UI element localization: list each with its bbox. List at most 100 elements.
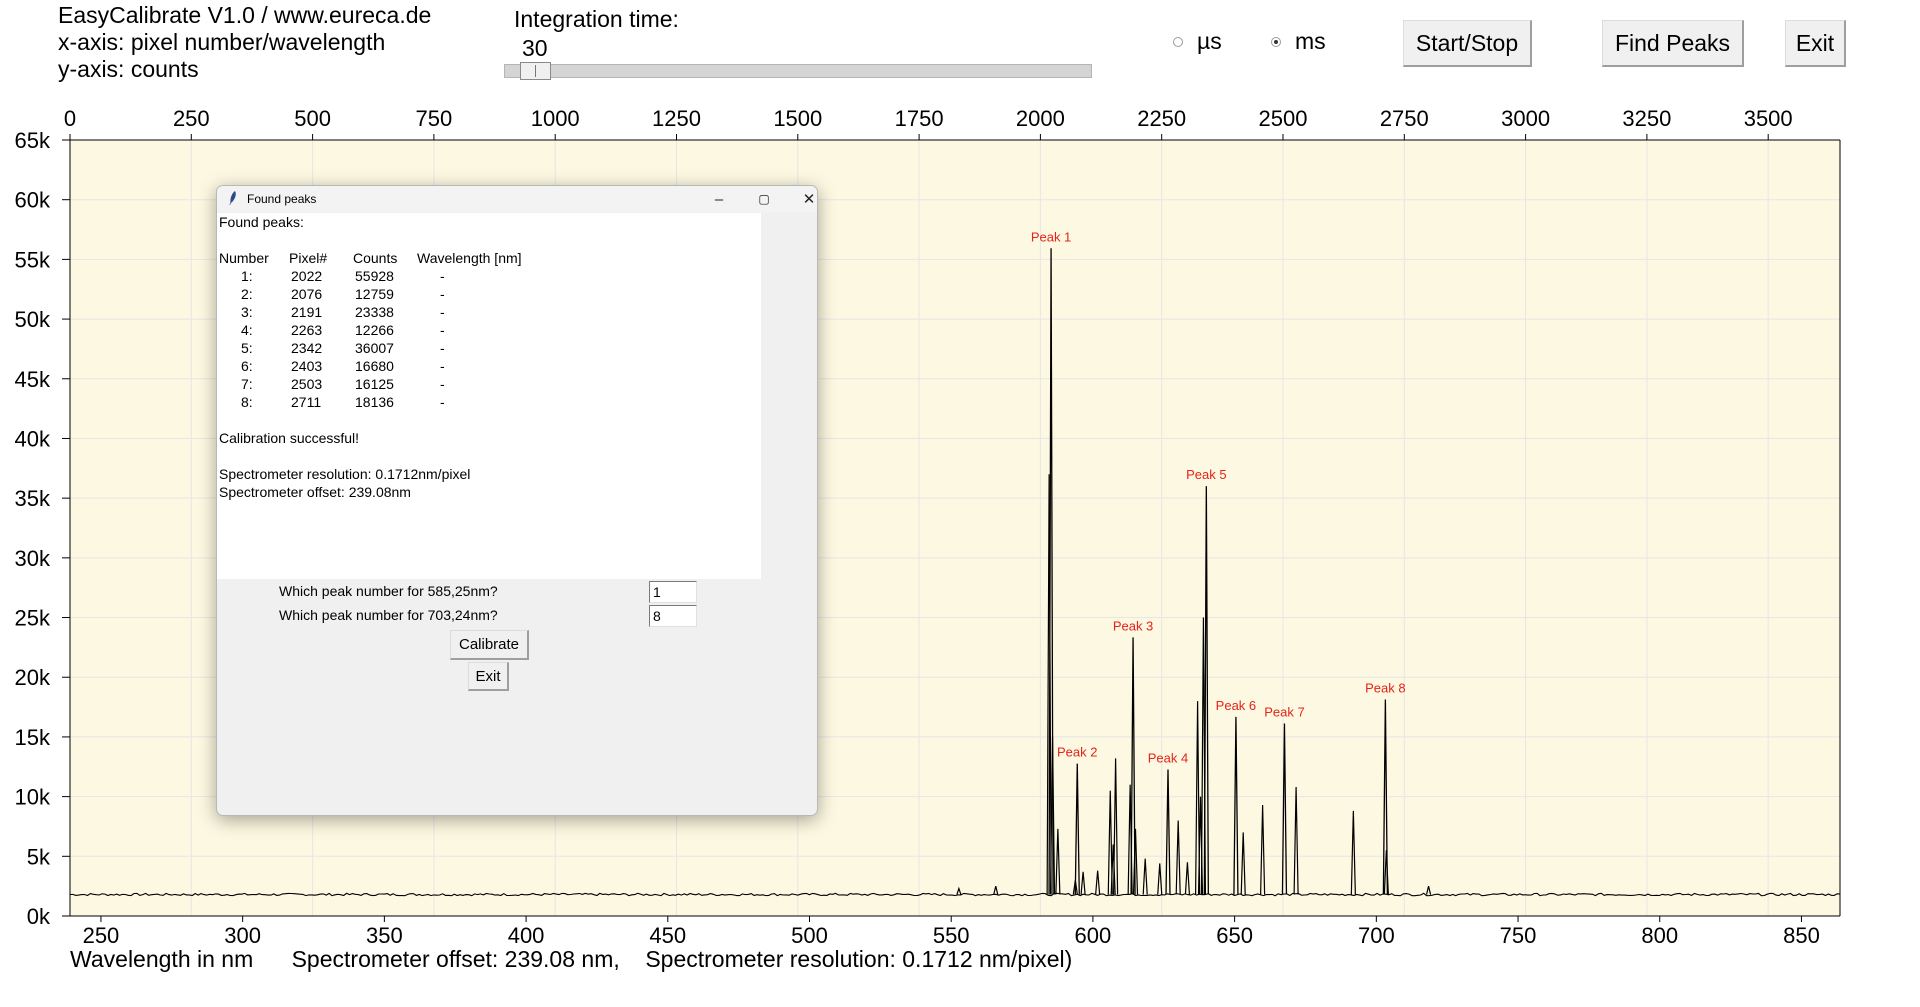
x-top-tick-label: 1500	[773, 106, 822, 131]
peak-row-pixel: 2076	[291, 286, 323, 302]
peak-row-counts: 23338	[355, 304, 394, 320]
peaks-heading: Found peaks:	[219, 214, 304, 230]
peak-row-pixel: 2403	[291, 358, 323, 374]
question-peak-585: Which peak number for 585,25nm?	[279, 583, 498, 599]
peak-row-counts: 16680	[355, 358, 394, 374]
peak-row-wavelength: -	[440, 322, 445, 338]
peak-703-input[interactable]: 8	[649, 605, 697, 627]
y-tick-label: 55k	[15, 247, 51, 272]
question-peak-703: Which peak number for 703,24nm?	[279, 607, 498, 623]
x-bottom-tick-label: 850	[1783, 923, 1820, 948]
peak-row-number: 6:	[241, 358, 253, 374]
peak-label: Peak 6	[1216, 698, 1256, 713]
peak-row-wavelength: -	[440, 268, 445, 284]
peak-row-wavelength: -	[440, 358, 445, 374]
peak-row-number: 5:	[241, 340, 253, 356]
col-number-header: Number	[219, 250, 269, 266]
y-tick-label: 60k	[15, 188, 51, 213]
x-top-tick-label: 2750	[1380, 106, 1429, 131]
y-tick-label: 65k	[15, 128, 51, 153]
peaks-text-area[interactable]: Found peaks: Number Pixel# Counts Wavele…	[217, 213, 761, 579]
peak-row-pixel: 2191	[291, 304, 323, 320]
peak-label: Peak 8	[1365, 680, 1405, 695]
peak-row-pixel: 2503	[291, 376, 323, 392]
x-top-tick-label: 1000	[531, 106, 580, 131]
y-tick-label: 30k	[15, 546, 51, 571]
x-top-tick-label: 3000	[1501, 106, 1550, 131]
y-tick-label: 35k	[15, 486, 51, 511]
x-top-tick-label: 1250	[652, 106, 701, 131]
peak-row-number: 4:	[241, 322, 253, 338]
x-bottom-tick-label: 800	[1641, 923, 1678, 948]
peak-row-number: 3:	[241, 304, 253, 320]
x-bottom-tick-label: 350	[366, 923, 403, 948]
x-bottom-tick-label: 600	[1075, 923, 1112, 948]
y-tick-label: 45k	[15, 367, 51, 392]
resolution-caption: Spectrometer resolution: 0.1712 nm/pixel…	[645, 946, 1073, 972]
peak-row-number: 1:	[241, 268, 253, 284]
resolution-text: Spectrometer resolution: 0.1712nm/pixel	[219, 466, 471, 482]
peak-row-pixel: 2342	[291, 340, 323, 356]
x-bottom-tick-label: 400	[508, 923, 545, 948]
peak-row-wavelength: -	[440, 394, 445, 410]
x-bottom-tick-label: 550	[933, 923, 970, 948]
close-icon[interactable]: ✕	[789, 188, 817, 210]
col-wavelength-header: Wavelength [nm]	[417, 250, 522, 266]
offset-caption: Spectrometer offset: 239.08 nm,	[291, 946, 620, 972]
peak-row-wavelength: -	[440, 340, 445, 356]
peak-row-counts: 16125	[355, 376, 394, 392]
peak-row-number: 8:	[241, 394, 253, 410]
popup-exit-button[interactable]: Exit	[468, 662, 509, 691]
x-top-tick-label: 750	[416, 106, 453, 131]
y-tick-label: 50k	[15, 307, 51, 332]
peak-row-counts: 18136	[355, 394, 394, 410]
peak-row-wavelength: -	[440, 376, 445, 392]
y-tick-label: 10k	[15, 785, 51, 810]
minimize-icon[interactable]: –	[699, 188, 739, 210]
found-peaks-window: Found peaks – ▢ ✕ Found peaks: Number Pi…	[216, 185, 818, 816]
x-top-tick-label: 3500	[1744, 106, 1793, 131]
calibration-status: Calibration successful!	[219, 430, 360, 446]
y-tick-label: 0k	[27, 904, 51, 929]
x-bottom-tick-label: 250	[83, 923, 120, 948]
x-bottom-tick-label: 650	[1216, 923, 1253, 948]
peak-label: Peak 7	[1264, 704, 1304, 719]
peak-label: Peak 3	[1113, 618, 1153, 633]
peak-row-wavelength: -	[440, 286, 445, 302]
peak-row-counts: 55928	[355, 268, 394, 284]
x-top-tick-label: 2000	[1016, 106, 1065, 131]
peak-row-number: 7:	[241, 376, 253, 392]
popup-titlebar[interactable]: Found peaks – ▢ ✕	[217, 186, 817, 212]
x-bottom-tick-label: 700	[1358, 923, 1395, 948]
x-top-tick-label: 2250	[1137, 106, 1186, 131]
bottom-caption: Wavelength in nm Spectrometer offset: 23…	[70, 946, 1072, 973]
peak-row-counts: 12266	[355, 322, 394, 338]
x-top-tick-label: 1750	[895, 106, 944, 131]
maximize-icon[interactable]: ▢	[744, 188, 784, 210]
popup-title: Found peaks	[247, 192, 317, 206]
y-tick-label: 25k	[15, 606, 51, 631]
peak-row-number: 2:	[241, 286, 253, 302]
x-top-tick-label: 3250	[1622, 106, 1671, 131]
peak-585-input[interactable]: 1	[649, 581, 697, 603]
calibrate-button[interactable]: Calibrate	[450, 630, 529, 660]
x-top-tick-label: 500	[294, 106, 331, 131]
col-pixel-header: Pixel#	[289, 250, 328, 266]
y-tick-label: 5k	[27, 844, 51, 869]
wavelength-axis-label: Wavelength in nm	[70, 946, 254, 972]
peak-row-pixel: 2263	[291, 322, 323, 338]
x-bottom-tick-label: 300	[224, 923, 261, 948]
x-top-tick-label: 250	[173, 106, 210, 131]
x-bottom-tick-label: 450	[649, 923, 686, 948]
peak-row-wavelength: -	[440, 304, 445, 320]
peak-row-counts: 36007	[355, 340, 394, 356]
col-counts-header: Counts	[353, 250, 398, 266]
peak-row-counts: 12759	[355, 286, 394, 302]
y-tick-label: 15k	[15, 725, 51, 750]
x-top-tick-label: 0	[64, 106, 76, 131]
x-top-tick-label: 2500	[1259, 106, 1308, 131]
y-tick-label: 40k	[15, 426, 51, 451]
x-bottom-tick-label: 750	[1500, 923, 1537, 948]
peak-label: Peak 1	[1031, 229, 1071, 244]
feather-icon	[229, 191, 236, 205]
